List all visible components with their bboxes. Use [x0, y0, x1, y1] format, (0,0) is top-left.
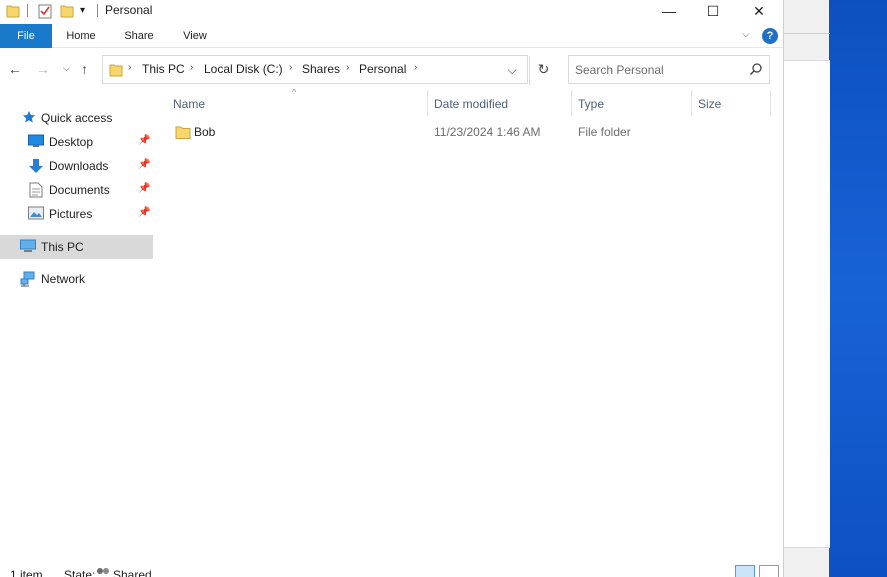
shared-users-icon	[95, 567, 111, 577]
star-icon	[22, 110, 36, 127]
folder-icon	[175, 124, 191, 143]
chevron-right-icon[interactable]: ›	[190, 62, 193, 73]
forward-arrow-icon[interactable]: →	[36, 61, 50, 77]
column-divider[interactable]	[427, 90, 428, 116]
minimize-button[interactable]: —	[646, 0, 692, 22]
up-arrow-icon[interactable]: ↑	[81, 61, 88, 77]
downloads-icon	[28, 158, 44, 177]
address-bar[interactable]: › This PC › Local Disk (C:) › Shares › P…	[102, 55, 549, 85]
sidebar-item-network[interactable]: Network	[0, 267, 153, 291]
ribbon-tabs: File Home Share View ⌵ ?	[0, 24, 783, 48]
sidebar-item-label: Quick access	[41, 111, 113, 125]
title-separator	[27, 4, 28, 17]
sidebar-item-pictures[interactable]: Pictures 📌	[0, 202, 153, 226]
file-explorer-window: ▾ Personal — ☐ ✕ File Home Share View ⌵ …	[0, 0, 783, 577]
file-name: Bob	[194, 125, 216, 139]
sidebar-item-label: This PC	[41, 240, 84, 254]
sort-ascending-icon: ^	[292, 87, 297, 97]
title-separator-2	[97, 4, 98, 17]
sidebar-item-label: Documents	[49, 183, 110, 197]
documents-icon	[29, 182, 43, 201]
large-icons-view-icon[interactable]	[759, 565, 779, 577]
tab-view[interactable]: View	[172, 24, 218, 48]
navigation-pane: Quick access Desktop 📌 Downloads 📌 Docum…	[0, 90, 153, 565]
column-header-date-modified[interactable]: Date modified	[434, 97, 508, 111]
title-bar[interactable]: ▾ Personal — ☐ ✕	[0, 0, 783, 24]
file-date-modified: 11/23/2024 1:46 AM	[434, 125, 541, 139]
recent-locations-icon[interactable]: ⌵	[63, 63, 70, 74]
sidebar-item-downloads[interactable]: Downloads 📌	[0, 154, 153, 178]
sidebar-item-label: Desktop	[49, 135, 94, 149]
close-button[interactable]: ✕	[736, 0, 782, 22]
navigation-bar: ← → ⌵ ↑ › This PC › Local Disk (C:) › Sh…	[0, 48, 783, 90]
column-header-name[interactable]: Name	[173, 97, 205, 111]
address-history-dropdown-icon[interactable]: ⌵	[503, 60, 521, 80]
column-headers: ^ Name Date modified Type Size	[153, 87, 772, 116]
column-divider[interactable]	[691, 90, 692, 116]
address-folder-icon	[109, 62, 123, 81]
column-divider[interactable]	[770, 90, 771, 116]
sidebar-item-label: Pictures	[49, 207, 93, 221]
search-box[interactable]	[568, 55, 770, 84]
background-window-divider	[784, 33, 830, 34]
status-bar: 1 item State: Shared	[0, 565, 783, 577]
pin-icon[interactable]: 📌	[138, 207, 150, 218]
background-window[interactable]	[783, 0, 830, 577]
table-row[interactable]: Bob 11/23/2024 1:46 AM File folder	[153, 121, 772, 143]
expand-ribbon-icon[interactable]: ⌵	[742, 29, 750, 40]
state-label: State:	[64, 568, 96, 577]
search-input[interactable]	[575, 61, 745, 79]
maximize-button[interactable]: ☐	[690, 0, 736, 22]
refresh-icon[interactable]: ↻	[529, 56, 557, 85]
window-title: Personal	[105, 3, 153, 17]
column-header-size[interactable]: Size	[698, 97, 721, 111]
computer-icon	[20, 239, 36, 256]
sidebar-item-label: Downloads	[49, 159, 109, 173]
properties-icon[interactable]	[38, 3, 52, 19]
pin-icon[interactable]: 📌	[138, 183, 150, 194]
details-view-icon[interactable]	[735, 565, 755, 577]
folder-icon	[6, 3, 20, 19]
tab-share[interactable]: Share	[114, 24, 164, 48]
file-list: ^ Name Date modified Type Size Bob 11/23…	[153, 87, 772, 565]
state-value: Shared	[113, 568, 152, 577]
tab-home[interactable]: Home	[56, 24, 106, 48]
desktop-icon	[28, 134, 44, 151]
sidebar-item-label: Network	[41, 272, 86, 286]
sidebar-item-documents[interactable]: Documents 📌	[0, 178, 153, 202]
search-icon[interactable]	[749, 62, 763, 79]
back-arrow-icon[interactable]: ←	[8, 61, 22, 77]
desktop-background	[828, 0, 887, 577]
sidebar-item-quick-access[interactable]: Quick access	[0, 106, 153, 130]
sidebar-item-desktop[interactable]: Desktop 📌	[0, 130, 153, 154]
customize-quick-access-icon[interactable]: ▾	[80, 5, 94, 21]
pictures-icon	[28, 206, 44, 223]
file-type: File folder	[578, 125, 631, 139]
column-header-type[interactable]: Type	[578, 97, 604, 111]
background-window-content	[784, 60, 830, 548]
network-icon	[20, 271, 36, 290]
column-divider[interactable]	[571, 90, 572, 116]
breadcrumb-this-pc[interactable]: This PC	[142, 62, 185, 76]
breadcrumb-local-disk[interactable]: Local Disk (C:)	[204, 62, 283, 76]
chevron-right-icon[interactable]: ›	[414, 62, 417, 73]
sidebar-item-this-pc[interactable]: This PC	[0, 235, 153, 259]
tab-file[interactable]: File	[0, 24, 52, 48]
chevron-right-icon[interactable]: ›	[346, 62, 349, 73]
help-icon[interactable]: ?	[762, 28, 778, 44]
pin-icon[interactable]: 📌	[138, 159, 150, 170]
new-folder-icon[interactable]	[60, 3, 74, 19]
item-count: 1 item	[10, 568, 43, 577]
chevron-right-icon[interactable]: ›	[128, 62, 131, 73]
pin-icon[interactable]: 📌	[138, 135, 150, 146]
breadcrumb-shares[interactable]: Shares	[302, 62, 340, 76]
breadcrumb-personal[interactable]: Personal	[359, 62, 406, 76]
chevron-right-icon[interactable]: ›	[289, 62, 292, 73]
